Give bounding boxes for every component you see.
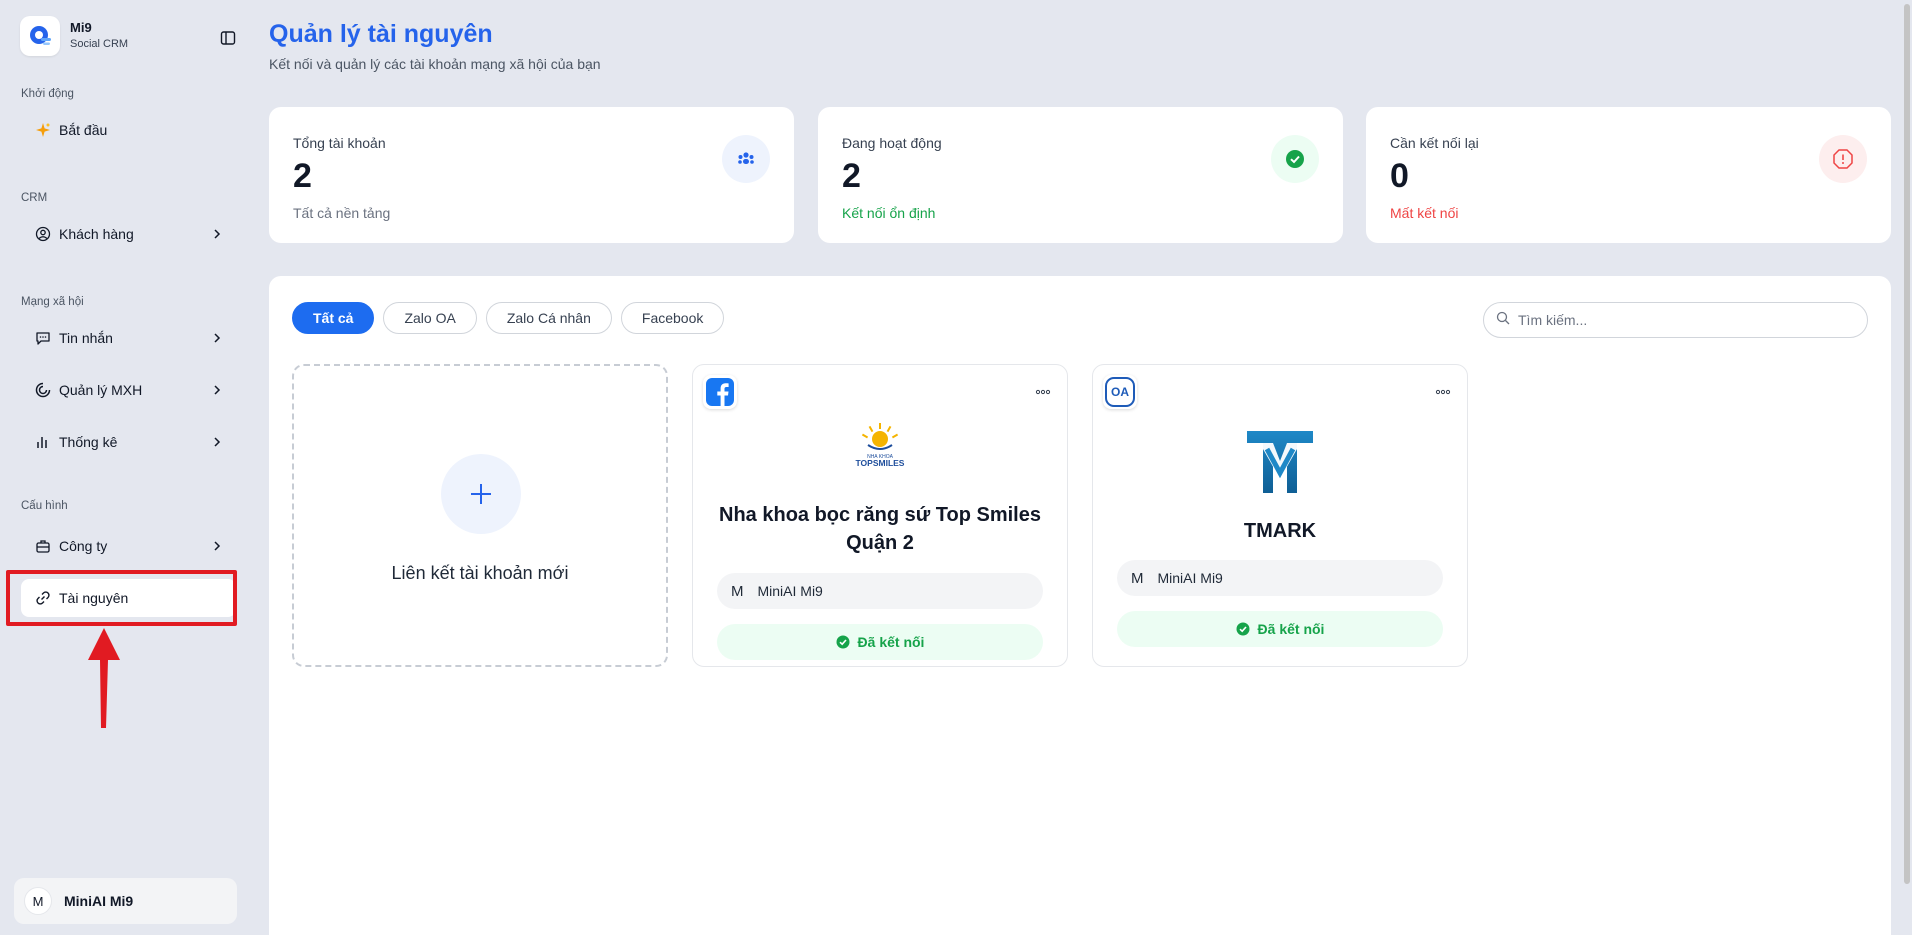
section-label-config: Cấu hình [21, 500, 68, 512]
sidebar-toggle-icon[interactable] [220, 30, 236, 46]
main-content: Quản lý tài nguyên Kết nối và quản lý cá… [252, 4, 1904, 935]
section-label-start: Khởi động [21, 88, 74, 100]
logo-text: TOPSMILES [856, 458, 905, 468]
check-circle-icon [1236, 622, 1250, 636]
sidebar-item-start[interactable]: Bắt đầu [21, 111, 236, 149]
stat-note: Tất cả nền tảng [293, 205, 391, 221]
sidebar-item-label: Quản lý MXH [59, 382, 143, 398]
search-box[interactable] [1483, 302, 1868, 338]
stat-label: Cần kết nối lại [1390, 135, 1479, 151]
plus-icon[interactable] [441, 454, 521, 534]
sidebar-item-label: Khách hàng [59, 226, 134, 242]
brand: Mi9 Social CRM [14, 16, 239, 58]
sidebar-item-company[interactable]: Công ty [21, 527, 236, 565]
sidebar-item-label: Tin nhắn [59, 330, 113, 346]
stat-label: Tổng tài khoản [293, 135, 386, 151]
page-scrollbar[interactable] [1904, 4, 1910, 884]
owner-name: MiniAI Mi9 [757, 583, 823, 599]
chevron-right-icon [210, 383, 224, 397]
chevron-right-icon [210, 435, 224, 449]
owner-chip: M MiniAI Mi9 [717, 573, 1043, 609]
add-account-card[interactable]: Liên kết tài khoản mới [292, 364, 668, 667]
account-card[interactable]: NHA KHOA TOPSMILES Nha khoa bọc răng sứ … [692, 364, 1068, 667]
check-circle-icon [836, 635, 850, 649]
stat-card-reconnect: Cần kết nối lại 0 Mất kết nối [1366, 107, 1891, 243]
status-badge: Đã kết nối [717, 624, 1043, 660]
sparkle-icon [35, 122, 51, 138]
account-logo [1093, 429, 1467, 495]
search-icon [1496, 311, 1510, 330]
stat-label: Đang hoạt động [842, 135, 942, 151]
topsmiles-logo-icon: NHA KHOA TOPSMILES [856, 423, 905, 468]
sidebar-item-statistics[interactable]: Thống kê [21, 423, 236, 461]
tab-all[interactable]: Tất cả [292, 302, 375, 334]
owner-chip: M MiniAI Mi9 [1117, 560, 1443, 596]
message-icon [35, 330, 51, 346]
filter-tabs: Tất cả Zalo OA Zalo Cá nhân Facebook [292, 302, 725, 334]
brand-logo-icon[interactable] [20, 16, 60, 56]
briefcase-icon [35, 538, 51, 554]
page-title: Quản lý tài nguyên [269, 20, 493, 48]
tab-zalo-oa[interactable]: Zalo OA [383, 302, 477, 334]
stat-note: Mất kết nối [1390, 205, 1459, 221]
brand-subtitle: Social CRM [70, 38, 129, 50]
sidebar: Mi9 Social CRM Khởi động Bắt đầu CRM Khá… [6, 4, 245, 931]
brand-name: Mi9 [70, 20, 92, 35]
chevron-right-icon [210, 331, 224, 345]
sidebar-item-label: Tài nguyên [59, 590, 129, 606]
status-badge: Đã kết nối [1117, 611, 1443, 647]
user-name: MiniAI Mi9 [64, 893, 134, 909]
link-icon [35, 590, 51, 606]
facebook-icon [703, 375, 737, 409]
status-text: Đã kết nối [1257, 621, 1325, 637]
stat-card-total: Tổng tài khoản 2 Tất cả nền tảng [269, 107, 794, 243]
sidebar-item-customers[interactable]: Khách hàng [21, 215, 236, 253]
owner-initial: M [731, 582, 744, 600]
status-text: Đã kết nối [857, 634, 925, 650]
owner-initial: M [1131, 569, 1144, 587]
resources-panel: Tất cả Zalo OA Zalo Cá nhân Facebook Liê… [269, 276, 1891, 935]
tmark-logo-icon [1247, 431, 1313, 493]
add-account-label: Liên kết tài khoản mới [391, 563, 569, 583]
user-circle-icon [35, 226, 51, 242]
sidebar-item-label: Bắt đầu [59, 122, 108, 138]
loader-icon [35, 382, 51, 398]
zalo-oa-text: OA [1111, 385, 1129, 399]
more-options-icon[interactable] [1035, 383, 1051, 395]
sidebar-item-resources[interactable]: Tài nguyên [21, 579, 236, 617]
sidebar-item-label: Công ty [59, 538, 108, 554]
zalo-oa-icon: OA [1103, 375, 1137, 409]
stat-value: 0 [1390, 157, 1409, 195]
sidebar-item-label: Thống kê [59, 434, 118, 450]
section-label-crm: CRM [21, 192, 48, 204]
users-icon [722, 135, 770, 183]
stat-value: 2 [842, 157, 861, 195]
avatar: M [24, 887, 52, 915]
account-name: TMARK [1243, 520, 1317, 542]
stat-value: 2 [293, 157, 312, 195]
chevron-right-icon [210, 539, 224, 553]
stat-note: Kết nối ổn định [842, 205, 936, 221]
stat-card-active: Đang hoạt động 2 Kết nối ổn định [818, 107, 1343, 243]
sidebar-item-messages[interactable]: Tin nhắn [21, 319, 236, 357]
annotation-arrow-icon [88, 628, 120, 728]
owner-name: MiniAI Mi9 [1157, 570, 1223, 586]
search-input[interactable] [1518, 312, 1838, 328]
page-subtitle: Kết nối và quản lý các tài khoản mạng xã… [269, 56, 601, 72]
tab-facebook[interactable]: Facebook [620, 302, 725, 334]
account-logo: NHA KHOA TOPSMILES [693, 421, 1067, 471]
account-card[interactable]: OA TMARK M MiniAI Mi9 Đã kết nối [1092, 364, 1468, 667]
sidebar-item-social-management[interactable]: Quản lý MXH [21, 371, 236, 409]
account-name: Nha khoa bọc răng sứ Top Smiles Quận 2 [719, 504, 1041, 554]
section-label-social: Mạng xã hội [21, 296, 84, 308]
alert-octagon-icon [1819, 135, 1867, 183]
bar-chart-icon [35, 434, 51, 450]
more-options-icon[interactable] [1435, 383, 1451, 395]
tab-zalo-personal[interactable]: Zalo Cá nhân [485, 302, 612, 334]
chevron-right-icon [210, 227, 224, 241]
user-profile-button[interactable]: M MiniAI Mi9 [14, 878, 237, 924]
check-circle-icon [1271, 135, 1319, 183]
